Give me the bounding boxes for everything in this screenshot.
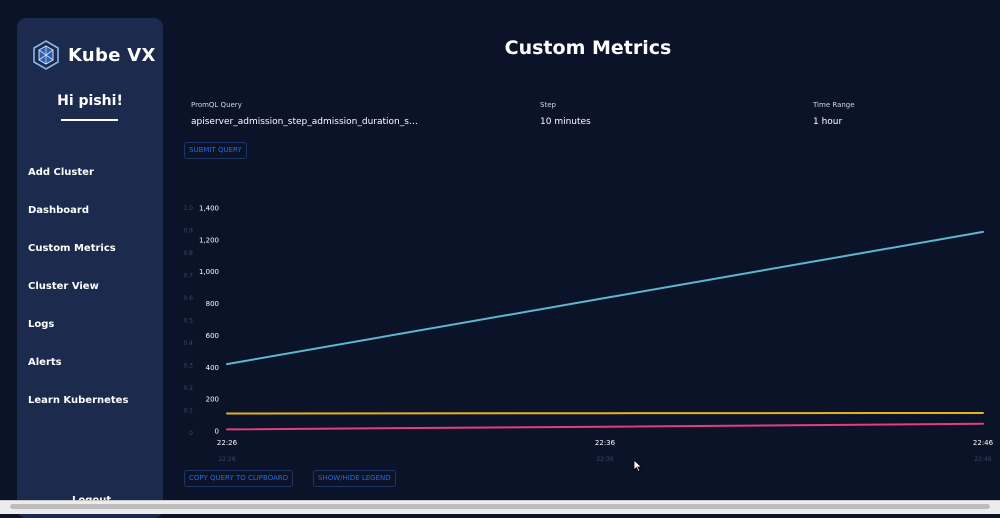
x-tick-label: 22:46: [973, 439, 994, 447]
y-tick-label: 200: [206, 396, 219, 404]
ghost-y-tick-label: 0.5: [183, 318, 193, 325]
ghost-y-tick-label: 0.2: [183, 385, 193, 392]
ghost-y-tick-label: 0: [189, 430, 193, 437]
y-tick-label: 1,000: [199, 268, 219, 276]
mouse-cursor-icon: [633, 459, 643, 473]
y-tick-label: 800: [206, 300, 219, 308]
ghost-y-tick-label: 0.8: [183, 250, 193, 257]
series-line-2: [226, 412, 984, 415]
y-tick-label: 0: [215, 428, 219, 436]
ghost-y-tick-label: 0.9: [183, 228, 193, 235]
copy-query-button[interactable]: COPY QUERY TO CLIPBOARD: [184, 470, 294, 487]
series-line-1: [226, 230, 984, 366]
y-tick-label: 1,200: [199, 236, 219, 244]
scrollbar-thumb[interactable]: [10, 504, 990, 509]
ghost-y-tick-label: 0.7: [183, 273, 193, 280]
ghost-y-tick-label: 1.0: [183, 205, 193, 212]
ghost-y-tick-label: 0.6: [183, 295, 193, 302]
ghost-x-tick-label: 22:46: [974, 456, 991, 463]
x-tick-label: 22:26: [217, 439, 238, 447]
ghost-y-tick-label: 0.3: [183, 363, 193, 370]
ghost-x-tick-label: 22:26: [218, 456, 235, 463]
x-tick-label: 22:36: [595, 439, 616, 447]
y-tick-label: 1,400: [199, 205, 219, 213]
series-line-3: [226, 422, 984, 431]
ghost-x-tick-label: 22:36: [596, 456, 613, 463]
ghost-y-tick-label: 0.1: [183, 408, 193, 415]
horizontal-scrollbar[interactable]: [0, 500, 1000, 514]
metrics-chart: 0 0.1 0.2 0.3 0.4 0.5 0.6 0.7 0.8 0.9 1.0 22:26 22:3…: [183, 205, 994, 464]
ghost-y-tick-label: 0.4: [183, 340, 193, 347]
y-tick-label: 600: [206, 332, 219, 340]
y-tick-label: 400: [206, 364, 219, 372]
show-hide-legend-button[interactable]: SHOW/HIDE LEGEND: [313, 470, 396, 487]
